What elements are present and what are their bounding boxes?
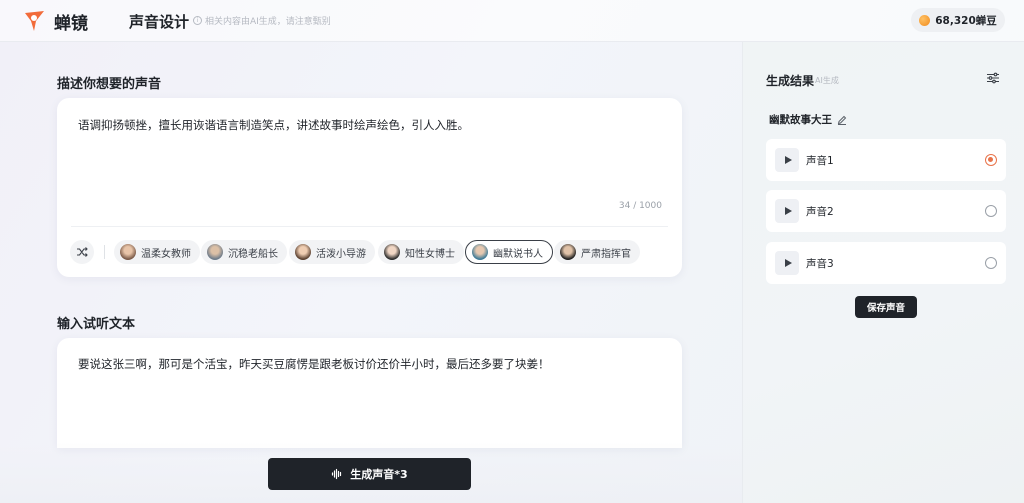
preset-chip-label: 沉稳老船长 [228,248,278,260]
voice-name-text: 幽默故事大王 [769,114,832,126]
play-icon [784,156,792,164]
play-icon [784,259,792,267]
result-radio[interactable] [985,257,997,269]
save-voice-button[interactable]: 保存声音 [855,296,917,318]
generate-voice-button[interactable]: 生成声音*3 [268,458,471,490]
preset-chip-label: 活泼小导游 [316,248,366,260]
result-item-3[interactable]: 声音3 [766,242,1006,284]
describe-voice-title: 描述你想要的声音 [57,77,162,92]
logo-icon[interactable] [22,8,48,34]
preset-chip-label: 温柔女教师 [141,248,191,260]
balance-badge[interactable]: 68,320蝉豆 [911,8,1005,32]
coin-icon [919,14,931,26]
results-title: 生成结果 [766,74,815,88]
filter-icon[interactable] [986,72,1000,84]
avatar [207,244,223,260]
play-button[interactable] [775,251,799,275]
avatar [472,244,488,260]
ai-notice-text: 相关内容由AI生成，请注意甄别 [205,17,331,27]
waveform-icon [332,468,342,480]
play-button[interactable] [775,199,799,223]
voice-description-input[interactable]: 语调抑扬顿挫，擅长用诙谐语言制造笑点，讲述故事时绘声绘色，引人入胜。 [78,117,469,133]
result-radio[interactable] [985,205,997,217]
avatar [384,244,400,260]
result-label: 声音2 [806,206,834,218]
shuffle-button[interactable] [70,240,94,264]
result-label: 声音3 [806,258,834,270]
preset-chip-commander[interactable]: 严肃指挥官 [554,240,640,264]
result-item-2[interactable]: 声音2 [766,190,1006,232]
preview-text-input[interactable]: 要说这张三啊，那可是个活宝，昨天买豆腐愣是跟老板讨价还价半小时，最后还多要了块姜… [78,356,550,372]
preset-chip-gentle-teacher[interactable]: 温柔女教师 [114,240,200,264]
ai-notice: i 相关内容由AI生成，请注意甄别 [193,14,331,27]
avatar [120,244,136,260]
play-button[interactable] [775,148,799,172]
avatar [295,244,311,260]
preset-chip-label: 知性女博士 [405,248,455,260]
preset-chip-label: 严肃指挥官 [581,248,631,260]
results-subtitle: AI生成 [815,76,839,85]
divider [71,226,668,227]
page-title: 声音设计 [129,13,190,31]
preset-chip-old-captain[interactable]: 沉稳老船长 [201,240,287,264]
result-item-1[interactable]: 声音1 [766,139,1006,181]
brand-name[interactable]: 蝉镜 [54,9,88,34]
generate-voice-label: 生成声音*3 [350,468,408,481]
preset-chip-female-doctor[interactable]: 知性女博士 [378,240,464,264]
info-icon: i [193,16,202,25]
preview-text-card: 要说这张三啊，那可是个活宝，昨天买豆腐愣是跟老板讨价还价半小时，最后还多要了块姜… [57,338,682,448]
balance-amount: 68,320蝉豆 [935,14,997,27]
play-icon [784,207,792,215]
voice-name: 幽默故事大王 [769,112,847,127]
preset-chip-storyteller[interactable]: 幽默说书人 [465,240,553,264]
separator [104,245,105,259]
top-header: 蝉镜 声音设计 i 相关内容由AI生成，请注意甄别 68,320蝉豆 [0,0,1024,42]
result-radio[interactable] [985,154,997,166]
edit-icon[interactable] [837,115,847,125]
results-panel: 生成结果 AI生成 幽默故事大王 声音1 声音2 声音3 保存声音 [742,42,1024,503]
preset-chip-lively-guide[interactable]: 活泼小导游 [289,240,375,264]
preview-text-title: 输入试听文本 [57,317,136,332]
char-counter: 34 / 1000 [618,201,662,211]
result-label: 声音1 [806,155,834,167]
shuffle-icon [77,247,88,257]
avatar [560,244,576,260]
describe-voice-card: 语调抑扬顿挫，擅长用诙谐语言制造笑点，讲述故事时绘声绘色，引人入胜。 34 / … [57,98,682,277]
preset-chip-label: 幽默说书人 [493,248,543,260]
